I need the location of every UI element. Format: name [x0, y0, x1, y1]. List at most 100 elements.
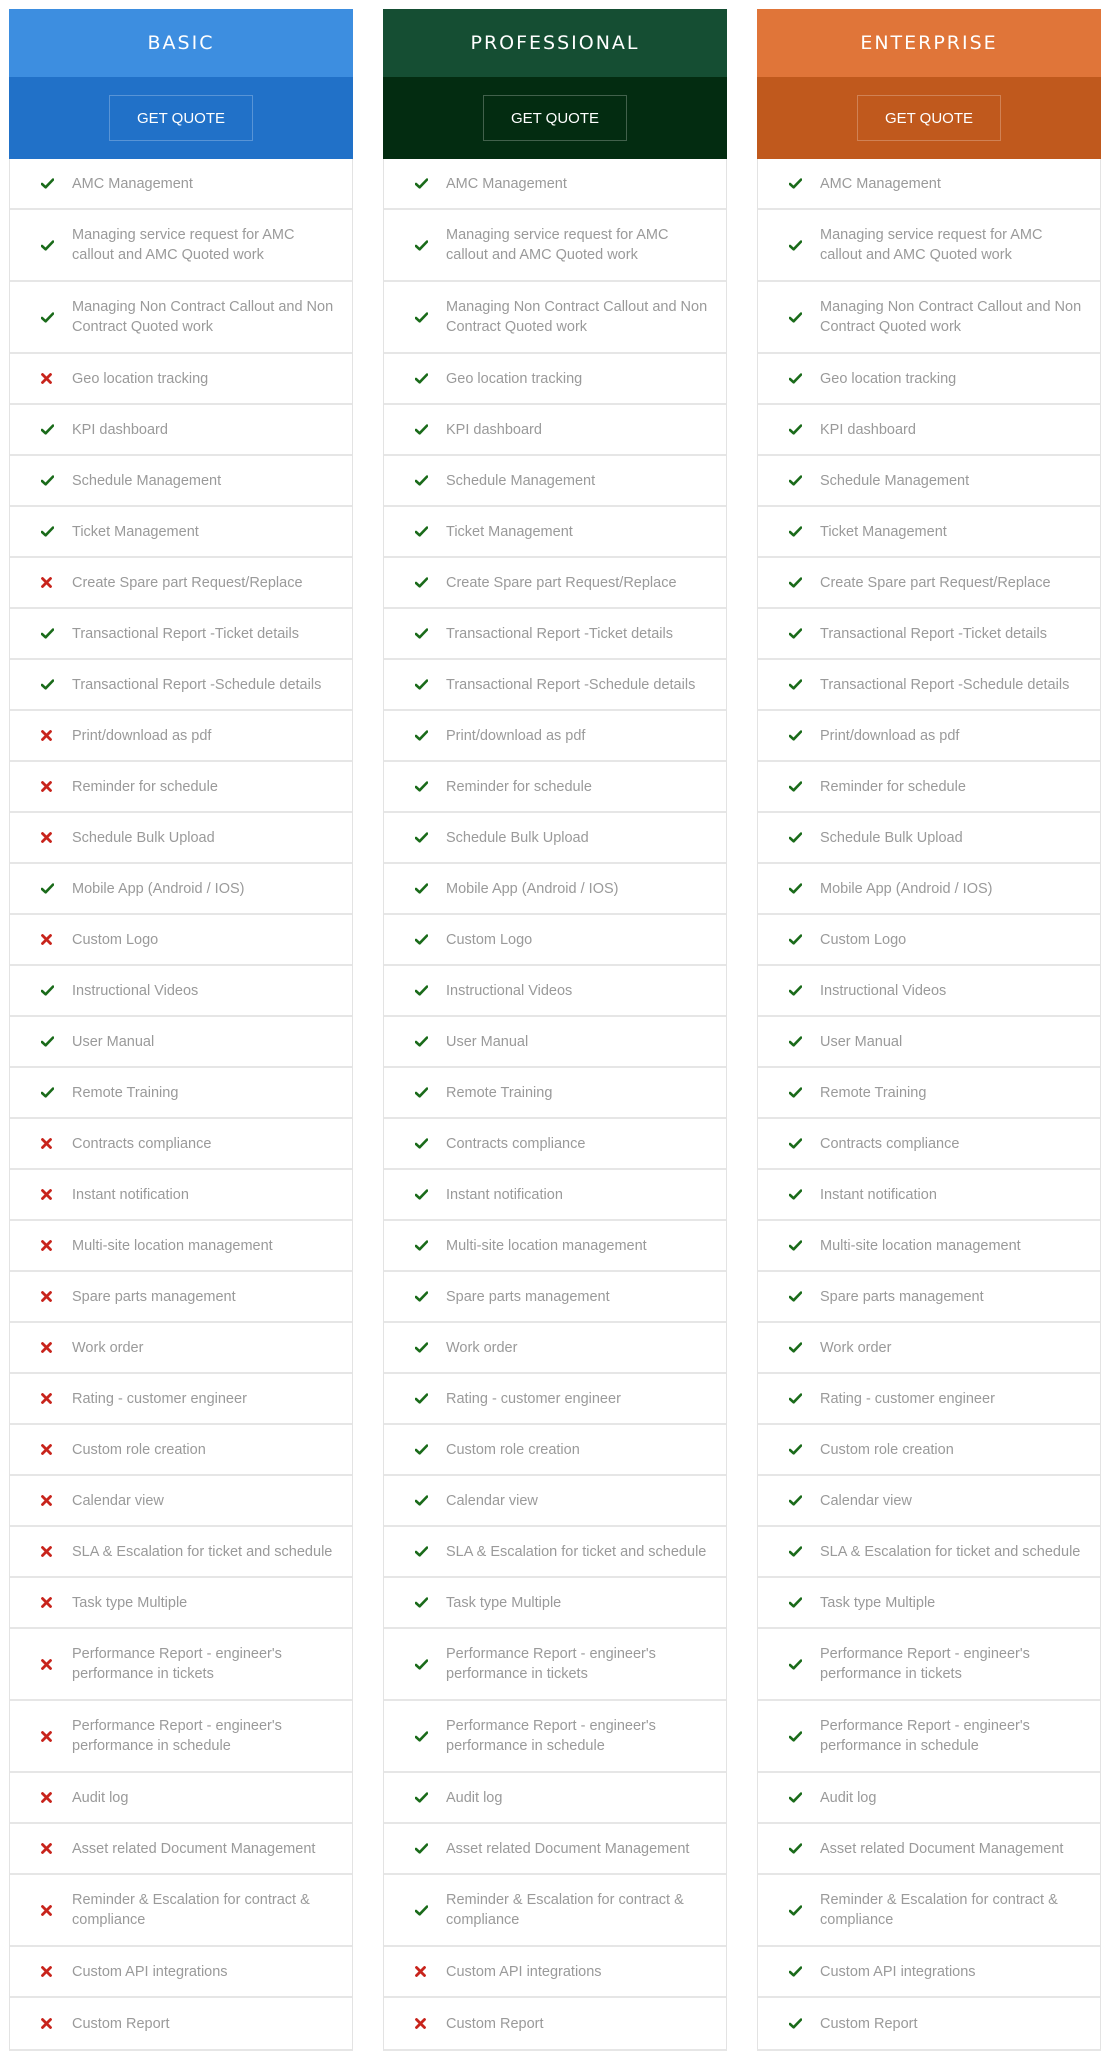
cross-icon [41, 1843, 72, 1854]
get-quote-button-professional[interactable]: GET QUOTE [483, 95, 627, 141]
feature-row: AMC Management [758, 159, 1100, 210]
feature-row: Performance Report - engineer's performa… [10, 1701, 352, 1773]
feature-label: KPI dashboard [446, 421, 542, 438]
feature-label: Rating - customer engineer [72, 1390, 247, 1407]
feature-row: Managing Non Contract Callout and Non Co… [758, 282, 1100, 354]
feature-label: Reminder for schedule [820, 778, 966, 795]
feature-row: Asset related Document Management [758, 1824, 1100, 1875]
feature-row: Custom Report [758, 1998, 1100, 2049]
feature-row: Calendar view [10, 1476, 352, 1527]
check-icon [415, 475, 446, 486]
cross-icon [41, 1966, 72, 1977]
check-icon [41, 679, 72, 690]
check-icon [789, 1904, 820, 1916]
feature-label: Performance Report - engineer's performa… [820, 1646, 1030, 1682]
feature-label: Asset related Document Management [446, 1840, 690, 1857]
cross-icon [41, 1240, 72, 1251]
feature-row: Performance Report - engineer's performa… [758, 1629, 1100, 1701]
feature-row: SLA & Escalation for ticket and schedule [10, 1527, 352, 1578]
feature-label: Reminder & Escalation for contract & com… [820, 1892, 1058, 1928]
check-icon [789, 1342, 820, 1353]
feature-label: Task type Multiple [446, 1594, 562, 1611]
feature-row: Task type Multiple [10, 1578, 352, 1629]
feature-row: Custom Logo [758, 915, 1100, 966]
check-icon [789, 1444, 820, 1455]
cross-icon [415, 2018, 446, 2029]
feature-label: Audit log [72, 1789, 129, 1806]
feature-label: Asset related Document Management [820, 1840, 1064, 1857]
feature-label: Custom role creation [820, 1441, 954, 1458]
feature-row: Schedule Management [10, 456, 352, 507]
feature-row: Managing Non Contract Callout and Non Co… [384, 282, 726, 354]
feature-label: Transactional Report -Schedule details [72, 676, 322, 693]
check-icon [789, 1843, 820, 1854]
feature-row: Ticket Management [10, 507, 352, 558]
feature-row: Performance Report - engineer's performa… [10, 1629, 352, 1701]
check-icon [415, 781, 446, 792]
feature-row: Reminder for schedule [10, 762, 352, 813]
feature-row: Managing service request for AMC callout… [10, 210, 352, 282]
feature-row: KPI dashboard [10, 405, 352, 456]
cross-icon [41, 1393, 72, 1404]
feature-label: Task type Multiple [72, 1594, 188, 1611]
plan-title: PROFESSIONAL [383, 9, 727, 77]
feature-label: Work order [72, 1339, 144, 1356]
check-icon [789, 1240, 820, 1251]
feature-row: Custom role creation [10, 1425, 352, 1476]
feature-row: Rating - customer engineer [10, 1374, 352, 1425]
check-icon [789, 1658, 820, 1670]
cross-icon [41, 1658, 72, 1670]
feature-label: Instant notification [820, 1186, 937, 1203]
cross-icon [41, 1291, 72, 1302]
check-icon [41, 883, 72, 894]
feature-label: Print/download as pdf [820, 727, 960, 744]
check-icon [789, 1597, 820, 1608]
feature-label: Multi-site location management [72, 1237, 273, 1254]
feature-label: SLA & Escalation for ticket and schedule [820, 1543, 1081, 1560]
plan-title: BASIC [9, 9, 353, 77]
feature-list: AMC Management Managing service request f… [9, 159, 353, 2051]
feature-row: Instructional Videos [758, 966, 1100, 1017]
get-quote-button-basic[interactable]: GET QUOTE [109, 95, 253, 141]
check-icon [789, 526, 820, 537]
get-quote-button-enterprise[interactable]: GET QUOTE [857, 95, 1001, 141]
feature-row: Print/download as pdf [758, 711, 1100, 762]
check-icon [789, 1291, 820, 1302]
feature-label: Asset related Document Management [72, 1840, 316, 1857]
feature-label: Calendar view [820, 1492, 912, 1509]
feature-row: Managing Non Contract Callout and Non Co… [10, 282, 352, 354]
feature-label: Calendar view [72, 1492, 164, 1509]
feature-label: Custom Report [446, 2015, 544, 2032]
feature-label: Schedule Bulk Upload [820, 829, 963, 846]
feature-row: Create Spare part Request/Replace [758, 558, 1100, 609]
feature-label: Managing Non Contract Callout and Non Co… [820, 299, 1082, 335]
feature-label: Instant notification [446, 1186, 563, 1203]
check-icon [415, 1444, 446, 1455]
feature-row: Ticket Management [384, 507, 726, 558]
plan-column-basic: BASIC GET QUOTE AMC Management Managing ser… [9, 9, 353, 2051]
feature-label: Schedule Management [820, 472, 970, 489]
feature-label: Transactional Report -Ticket details [820, 625, 1047, 642]
feature-label: Custom Logo [446, 931, 533, 948]
feature-row: Reminder for schedule [384, 762, 726, 813]
feature-row: Custom Logo [10, 915, 352, 966]
feature-row: Ticket Management [758, 507, 1100, 558]
feature-label: Managing service request for AMC callout… [446, 227, 669, 263]
feature-row: Transactional Report -Schedule details [384, 660, 726, 711]
feature-row: Multi-site location management [758, 1221, 1100, 1272]
check-icon [789, 424, 820, 435]
cross-icon [41, 730, 72, 741]
feature-label: Custom role creation [446, 1441, 580, 1458]
plan-cta-band: GET QUOTE [383, 77, 727, 159]
feature-label: Geo location tracking [72, 370, 209, 387]
feature-row: Instant notification [10, 1170, 352, 1221]
feature-label: Geo location tracking [820, 370, 957, 387]
feature-label: Geo location tracking [446, 370, 583, 387]
cross-icon [415, 1966, 446, 1977]
feature-row: Audit log [10, 1773, 352, 1824]
check-icon [41, 475, 72, 486]
feature-label: Ticket Management [820, 523, 947, 540]
feature-row: Custom Report [10, 1998, 352, 2049]
feature-row: Transactional Report -Schedule details [758, 660, 1100, 711]
feature-row: Transactional Report -Ticket details [758, 609, 1100, 660]
